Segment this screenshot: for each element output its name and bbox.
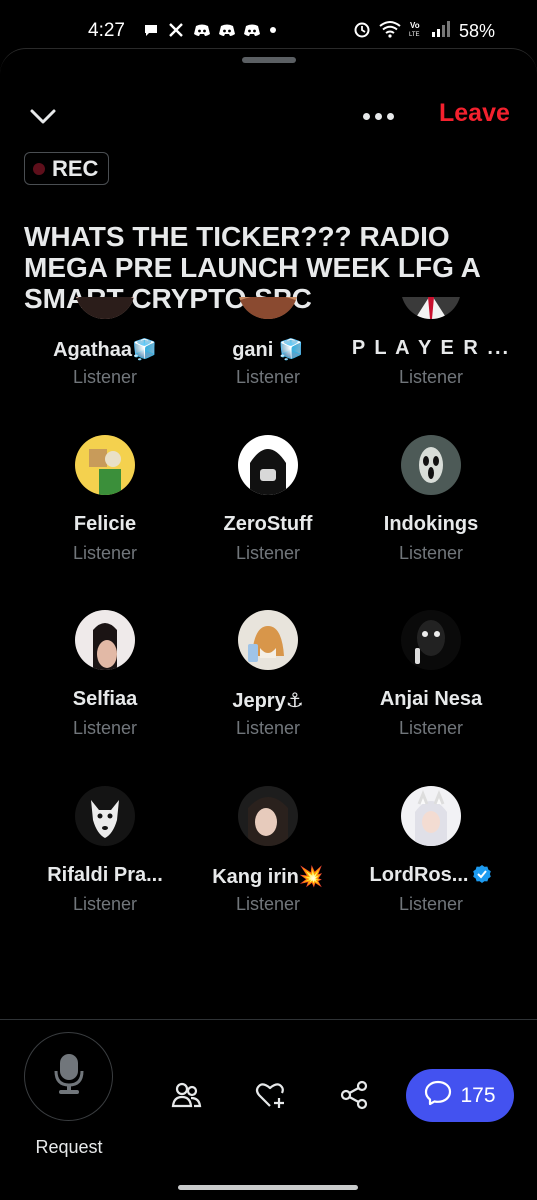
participant-role: Listener xyxy=(72,894,138,914)
discord-icon xyxy=(193,22,210,38)
sheet-grabber[interactable] xyxy=(242,57,296,63)
request-label: Request xyxy=(35,1137,103,1157)
discord-icon xyxy=(218,22,235,38)
participant-role: Listener xyxy=(235,367,301,387)
share-icon[interactable] xyxy=(338,1079,370,1111)
participant-name: Selfiaa xyxy=(72,688,138,710)
leave-button[interactable]: Leave xyxy=(439,99,510,128)
alarm-icon xyxy=(353,20,371,43)
participant-role: Listener xyxy=(235,894,301,914)
volte-icon: Vo LTE xyxy=(409,20,423,43)
participant-name: Agathaa🧊 xyxy=(53,339,157,361)
status-time: 4:27 xyxy=(88,20,125,41)
chat-count: 175 xyxy=(460,1083,496,1107)
participant-role: Listener xyxy=(398,367,464,387)
participant-name: gani 🧊 xyxy=(232,339,304,361)
participant-name: Indokings xyxy=(383,513,479,535)
participant-role: Listener xyxy=(235,543,301,563)
avatar xyxy=(401,435,461,495)
space-sheet: Leave REC WHATS THE TICKER??? RADIO MEGA… xyxy=(0,48,537,1200)
participant-role: Listener xyxy=(398,894,464,914)
avatar xyxy=(75,435,135,495)
participant-role: Listener xyxy=(398,718,464,738)
rec-label: REC xyxy=(52,155,99,181)
verified-badge-icon xyxy=(472,864,492,884)
participant-role: Listener xyxy=(72,367,138,387)
avatar xyxy=(75,297,135,319)
svg-text:Vo: Vo xyxy=(410,21,420,30)
x-logo-icon xyxy=(168,22,184,38)
chat-button[interactable]: 175 xyxy=(406,1069,514,1122)
home-indicator[interactable] xyxy=(178,1185,358,1190)
system-icons: Vo LTE 58% xyxy=(353,20,495,43)
participant-name: Kang irin💥 xyxy=(212,866,324,888)
participant-name: Anjai Nesa xyxy=(379,688,483,710)
discord-icon xyxy=(243,22,260,38)
request-mic-button[interactable] xyxy=(24,1032,113,1121)
signal-icon xyxy=(431,20,451,43)
participant-name: P L A Y E R ... xyxy=(351,337,511,359)
wifi-icon xyxy=(379,20,401,43)
space-header: Leave xyxy=(0,99,537,135)
participant-role: Listener xyxy=(72,718,138,738)
participant-name: ZeroStuff xyxy=(223,513,313,535)
more-options-button[interactable] xyxy=(358,103,398,129)
avatar xyxy=(238,786,298,846)
avatar xyxy=(238,435,298,495)
participant-role: Listener xyxy=(235,718,301,738)
participants-grid: Agathaa🧊 Listener gani 🧊 Listener P L A … xyxy=(0,297,537,1017)
avatar xyxy=(401,786,461,846)
battery-label: 58% xyxy=(458,21,495,41)
avatar xyxy=(238,297,298,319)
participant-name: Felicie xyxy=(73,513,137,535)
chevron-down-icon[interactable] xyxy=(28,101,58,131)
avatar xyxy=(401,297,461,319)
bottom-divider xyxy=(0,1019,537,1020)
recording-badge: REC xyxy=(24,152,110,185)
avatar xyxy=(238,610,298,670)
participant-name: Jepry⚓ xyxy=(232,690,304,712)
participant-role: Listener xyxy=(72,543,138,563)
participant-name: Rifaldi Pra... xyxy=(47,864,163,886)
dot-icon xyxy=(268,22,284,38)
avatar xyxy=(75,610,135,670)
avatar xyxy=(401,610,461,670)
record-dot-icon xyxy=(33,162,45,175)
svg-text:LTE: LTE xyxy=(409,32,420,38)
notification-icons xyxy=(143,22,284,38)
participant-name-text: LordRos... xyxy=(369,864,469,886)
people-icon[interactable] xyxy=(170,1079,202,1111)
heart-add-icon[interactable] xyxy=(254,1079,286,1111)
avatar xyxy=(75,786,135,846)
participant-name: LordRos... xyxy=(345,864,517,887)
microphone-icon xyxy=(52,1053,86,1100)
participant-role: Listener xyxy=(398,543,464,563)
chat-bubble-icon xyxy=(143,22,159,38)
chat-icon xyxy=(424,1080,452,1111)
